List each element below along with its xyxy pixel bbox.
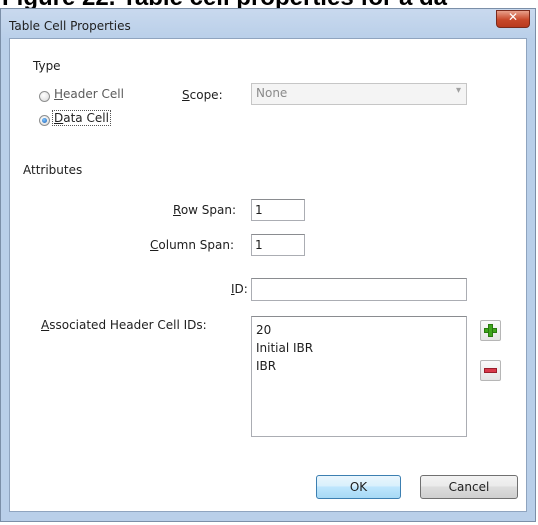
- scope-value: None: [256, 86, 288, 100]
- scope-label: Scope:: [182, 88, 223, 102]
- row-span-input[interactable]: 1: [251, 199, 305, 221]
- column-span-label: Column Span:: [150, 238, 235, 252]
- data-cell-label[interactable]: Data Cell: [52, 110, 111, 126]
- id-label-text: D:: [234, 282, 248, 296]
- header-cell-radio[interactable]: [39, 91, 50, 102]
- row-span-label-text: ow Span:: [180, 203, 237, 217]
- dialog-body: Type Header Cell Data Cell Scope: None ▾…: [9, 38, 527, 512]
- column-span-input[interactable]: 1: [251, 234, 305, 256]
- data-cell-label-text: ata Cell: [63, 111, 109, 125]
- header-cell-label-text: eader Cell: [63, 87, 124, 101]
- data-cell-radio[interactable]: [39, 115, 50, 126]
- list-item[interactable]: IBR: [256, 357, 462, 375]
- attributes-heading: Attributes: [23, 163, 83, 177]
- row-span-label: Row Span:: [173, 203, 237, 217]
- title-bar[interactable]: Table Cell Properties ✕: [1, 9, 535, 39]
- dialog-title: Table Cell Properties: [9, 19, 131, 33]
- scope-label-text: cope:: [189, 88, 223, 102]
- list-item[interactable]: Initial IBR: [256, 339, 462, 357]
- add-header-id-button[interactable]: [480, 320, 501, 341]
- chevron-down-icon: ▾: [455, 85, 461, 96]
- id-input[interactable]: [251, 278, 467, 301]
- type-heading: Type: [33, 59, 61, 73]
- table-cell-properties-dialog: Table Cell Properties ✕ Type Header Cell…: [0, 8, 536, 522]
- id-label: ID:: [231, 282, 248, 296]
- ok-button[interactable]: OK: [316, 475, 401, 499]
- associated-header-ids-label: Associated Header Cell IDs:: [41, 318, 207, 332]
- cancel-button[interactable]: Cancel: [420, 475, 518, 499]
- remove-header-id-button[interactable]: [480, 360, 501, 381]
- associated-label-text: ssociated Header Cell IDs:: [49, 318, 207, 332]
- list-item[interactable]: 20: [256, 321, 462, 339]
- scope-dropdown[interactable]: None ▾: [251, 83, 467, 105]
- associated-header-ids-list[interactable]: 20 Initial IBR IBR: [251, 316, 467, 437]
- header-cell-label[interactable]: Header Cell: [54, 87, 124, 101]
- close-icon: ✕: [507, 10, 519, 24]
- close-button[interactable]: ✕: [496, 10, 530, 28]
- column-span-label-text: olumn Span:: [158, 238, 235, 252]
